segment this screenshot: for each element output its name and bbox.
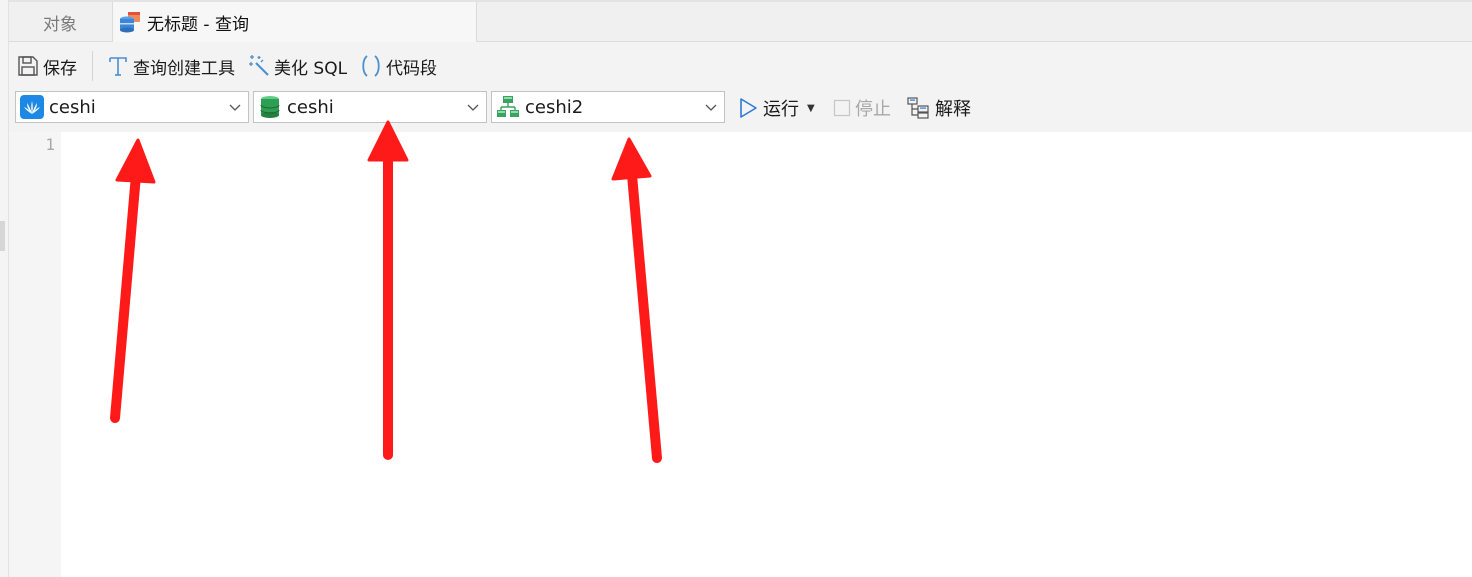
run-label: 运行 (763, 99, 799, 120)
connection-select[interactable]: ceshi (15, 91, 249, 123)
stop-button[interactable]: 停止 (833, 93, 891, 123)
explain-icon (907, 97, 929, 119)
query-builder-label: 查询创建工具 (133, 58, 235, 79)
connection-toolbar: ceshi ceshi ceshi2 运行 ▼ 停止 解释 (9, 90, 1472, 132)
save-button[interactable]: 保存 (13, 50, 80, 82)
chevron-down-icon[interactable] (460, 92, 486, 122)
database-icon (260, 96, 280, 118)
line-number: 1 (45, 135, 55, 154)
code-area[interactable] (61, 132, 1472, 577)
tab-query[interactable]: 无标题 - 查询 (112, 2, 477, 42)
explain-label: 解释 (935, 99, 971, 120)
save-icon (18, 56, 38, 76)
schema-select[interactable]: ceshi2 (491, 91, 725, 123)
tab-bar: 对象 无标题 - 查询 (9, 0, 1472, 42)
run-dropdown-arrow-icon[interactable]: ▼ (807, 103, 815, 114)
database-value: ceshi (287, 96, 334, 118)
schema-value: ceshi2 (525, 96, 584, 118)
tab-query-label: 无标题 - 查询 (147, 14, 249, 35)
main-toolbar: 保存 查询创建工具 美化 SQL 代码段 (9, 42, 1472, 90)
sql-editor: 1 (9, 132, 1472, 577)
database-select[interactable]: ceshi (253, 91, 487, 123)
save-label: 保存 (43, 58, 77, 79)
snippet-button[interactable]: 代码段 (356, 50, 440, 82)
chevron-down-icon[interactable] (222, 92, 248, 122)
query-tab-icon (120, 12, 140, 33)
left-panel-strip (0, 0, 9, 577)
snippet-icon (362, 55, 380, 77)
connection-value: ceshi (49, 96, 96, 118)
play-icon (740, 98, 757, 118)
beautify-sql-label: 美化 SQL (274, 58, 348, 79)
panel-resize-grip[interactable] (0, 221, 5, 251)
snippet-label: 代码段 (386, 58, 438, 79)
huawei-connection-icon (20, 95, 44, 119)
query-builder-icon (109, 57, 127, 76)
beautify-sql-button[interactable]: 美化 SQL (244, 50, 350, 82)
chevron-down-icon[interactable] (698, 92, 724, 122)
run-button[interactable]: 运行 ▼ (737, 93, 815, 123)
tab-objects-label: 对象 (43, 14, 77, 35)
magic-wand-icon (249, 55, 269, 76)
stop-checkbox-icon (833, 99, 851, 117)
schema-icon (497, 96, 519, 117)
tab-objects[interactable]: 对象 (9, 2, 111, 42)
stop-label: 停止 (855, 99, 891, 120)
toolbar-divider (92, 51, 93, 81)
line-number-gutter: 1 (9, 132, 61, 577)
explain-button[interactable]: 解释 (907, 93, 971, 123)
query-builder-button[interactable]: 查询创建工具 (103, 50, 238, 82)
